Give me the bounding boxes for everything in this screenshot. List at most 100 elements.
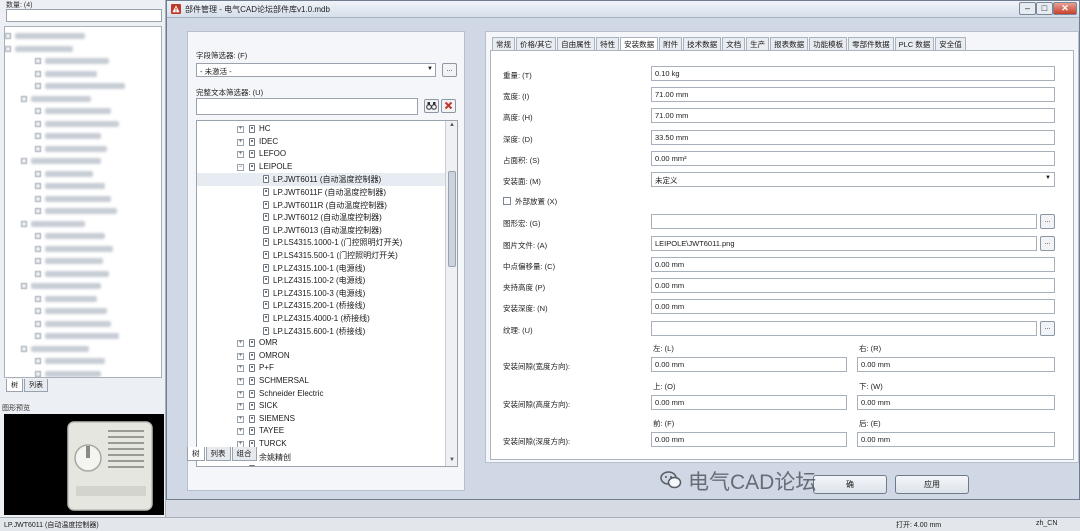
clearance-left-field[interactable]: 0.00 mm xyxy=(651,357,847,372)
graphic-macro-browse-button[interactable]: ... xyxy=(1040,214,1055,229)
field-filter-more-button[interactable]: ... xyxy=(442,63,457,77)
clearance-front-field[interactable]: 0.00 mm xyxy=(651,432,847,447)
close-button[interactable]: ✕ xyxy=(1053,2,1077,15)
maximize-button[interactable]: □ xyxy=(1036,2,1053,15)
tree-scrollbar[interactable]: ▲ ▼ xyxy=(445,121,457,466)
tree-manufacturer-node[interactable]: + IDEC xyxy=(197,136,445,149)
expand-plus-icon[interactable]: + xyxy=(237,378,244,385)
property-tab[interactable]: 安装数据 xyxy=(620,37,659,51)
property-tab[interactable]: PLC 数据 xyxy=(894,37,935,50)
expand-plus-icon[interactable]: + xyxy=(237,365,244,373)
texture-browse-button[interactable]: ... xyxy=(1040,321,1055,336)
tree-manufacturer-node[interactable]: − LEIPOLE xyxy=(197,161,445,174)
property-tab[interactable]: 零部件数据 xyxy=(848,37,894,50)
property-tab[interactable]: 安全值 xyxy=(935,37,966,50)
tree-part-item[interactable]: LP.LS4315.1000-1 (门控照明灯开关) xyxy=(197,236,445,249)
mount-depth-field[interactable]: 0.00 mm xyxy=(651,299,1055,314)
view-tab[interactable]: 组合 xyxy=(231,447,257,461)
tree-manufacturer-node[interactable]: + Schneider Electric xyxy=(197,388,445,401)
expand-plus-icon[interactable]: + xyxy=(237,390,244,398)
view-tab[interactable]: 树 xyxy=(187,447,205,461)
tree-manufacturer-node[interactable]: + LEFOO xyxy=(197,148,445,161)
scrollbar-thumb[interactable] xyxy=(448,171,456,267)
width-field[interactable]: 71.00 mm xyxy=(651,87,1055,102)
property-tab[interactable]: 生产 xyxy=(746,37,770,50)
tree-part-item[interactable]: LP.LZ4315.200-1 (桥接线) xyxy=(197,299,445,312)
apply-filter-button[interactable] xyxy=(424,99,439,113)
property-tab[interactable]: 特性 xyxy=(596,37,620,50)
apply-button[interactable]: 应用 xyxy=(895,475,969,494)
minimize-button[interactable]: – xyxy=(1019,2,1036,15)
part-node-icon xyxy=(249,364,255,373)
tree-manufacturer-node[interactable]: + P+F xyxy=(197,362,445,375)
clearance-top-field[interactable]: 0.00 mm xyxy=(651,395,847,410)
tree-part-item[interactable]: LP.LZ4315.100-1 (电源线) xyxy=(197,262,445,275)
tree-manufacturer-node[interactable]: + TAYEE xyxy=(197,425,445,438)
weight-field[interactable]: 0.10 kg xyxy=(651,66,1055,81)
parts-tree[interactable]: + HC + IDEC + LEFOO − LEIPOLE LP.JWT6011 (自动温度控制… xyxy=(196,120,458,467)
tree-part-item[interactable]: LP.LZ4315.600-1 (桥接线) xyxy=(197,325,445,338)
expand-plus-icon[interactable]: + xyxy=(237,415,244,423)
expand-plus-icon[interactable]: + xyxy=(237,428,244,436)
navigator-tree[interactable] xyxy=(4,26,162,378)
tree-part-item[interactable]: LP.JWT6013 (自动温度控制器) xyxy=(197,224,445,237)
clamp-height-field[interactable]: 0.00 mm xyxy=(651,278,1055,293)
expand-plus-icon[interactable]: + xyxy=(237,126,244,133)
tree-part-item[interactable]: LP.LZ4315.100-2 (电源线) xyxy=(197,274,445,287)
tree-part-item[interactable]: LP.LS4315.500-1 (门控照明灯开关) xyxy=(197,249,445,262)
tree-part-item[interactable]: LP.LZ4315.4000-1 (桥接线) xyxy=(197,312,445,325)
tree-part-item[interactable]: LP.LZ4315.100-3 (电源线) xyxy=(197,287,445,300)
tree-manufacturer-node[interactable]: + HC xyxy=(197,123,445,136)
property-tab[interactable]: 附件 xyxy=(659,37,683,50)
expand-plus-icon[interactable]: + xyxy=(237,151,244,159)
field-filter-dropdown[interactable]: - 未激活 - ▼ xyxy=(196,63,436,77)
image-file-field[interactable]: LEIPOLE\JWT6011.png xyxy=(651,236,1037,251)
tree-manufacturer-node[interactable]: + OMRON xyxy=(197,350,445,363)
tree-manufacturer-node[interactable]: + OMR xyxy=(197,337,445,350)
tree-part-item[interactable]: LP.JWT6011F (自动温度控制器) xyxy=(197,186,445,199)
navigator-filter-field[interactable] xyxy=(6,9,162,22)
collapse-minus-icon[interactable]: − xyxy=(237,163,244,171)
texture-field[interactable] xyxy=(651,321,1037,336)
tree-part-item[interactable]: LP.JWT6011 (自动温度控制器) xyxy=(197,173,445,186)
expand-plus-icon[interactable]: + xyxy=(237,403,244,411)
ok-button[interactable]: 确 xyxy=(813,475,887,494)
tree-item-label: P+F xyxy=(259,363,274,373)
property-tab[interactable]: 功能模板 xyxy=(809,37,848,50)
property-tab[interactable]: 常规 xyxy=(492,37,515,50)
scroll-down-arrow-icon[interactable]: ▼ xyxy=(449,457,455,463)
property-tab[interactable]: 价格/其它 xyxy=(516,37,557,50)
clear-filter-button[interactable] xyxy=(441,99,456,113)
graphic-macro-field[interactable] xyxy=(651,214,1037,229)
clearance-bottom-field[interactable]: 0.00 mm xyxy=(857,395,1055,410)
clearance-right-field[interactable]: 0.00 mm xyxy=(857,357,1055,372)
external-placement-checkbox[interactable] xyxy=(503,197,511,205)
fulltext-filter-input[interactable] xyxy=(196,98,418,115)
view-tab[interactable]: 列表 xyxy=(205,447,231,461)
height-field[interactable]: 71.00 mm xyxy=(651,108,1055,123)
expand-plus-icon[interactable]: + xyxy=(237,352,244,360)
image-file-browse-button[interactable]: ... xyxy=(1040,236,1055,251)
navigator-tab-tree[interactable]: 树 xyxy=(6,379,23,392)
tree-part-item[interactable]: LP.JWT6011R (自动温度控制器) xyxy=(197,199,445,212)
center-offset-field[interactable]: 0.00 mm xyxy=(651,257,1055,272)
depth-field[interactable]: 33.50 mm xyxy=(651,130,1055,145)
property-tab[interactable]: 报表数据 xyxy=(770,37,809,50)
clearance-back-field[interactable]: 0.00 mm xyxy=(857,432,1055,447)
expand-plus-icon[interactable]: + xyxy=(237,138,244,146)
property-tab[interactable]: 自由属性 xyxy=(557,37,596,50)
property-tab[interactable]: 文档 xyxy=(722,37,746,50)
tree-part-item[interactable]: LP.JWT6012 (自动温度控制器) xyxy=(197,211,445,224)
tree-manufacturer-node[interactable]: + SICK xyxy=(197,400,445,413)
tree-manufacturer-node[interactable]: +... xyxy=(197,463,445,467)
area-field[interactable]: 0.00 mm² xyxy=(651,151,1055,166)
scroll-up-arrow-icon[interactable]: ▲ xyxy=(449,122,455,128)
dialog-titlebar[interactable]: 部件管理 - 电气CAD论坛部件库v1.0.mdb – □ ✕ xyxy=(167,1,1079,18)
tree-manufacturer-node[interactable]: + SIEMENS xyxy=(197,413,445,426)
expand-plus-icon[interactable]: + xyxy=(237,340,244,348)
property-tab[interactable]: 技术数据 xyxy=(683,37,722,50)
navigator-tab-list[interactable]: 列表 xyxy=(24,379,48,392)
mount-surface-dropdown[interactable]: 未定义 ▼ xyxy=(651,172,1055,187)
expand-plus-icon[interactable]: + xyxy=(237,466,244,467)
tree-manufacturer-node[interactable]: + SCHMERSAL xyxy=(197,375,445,388)
